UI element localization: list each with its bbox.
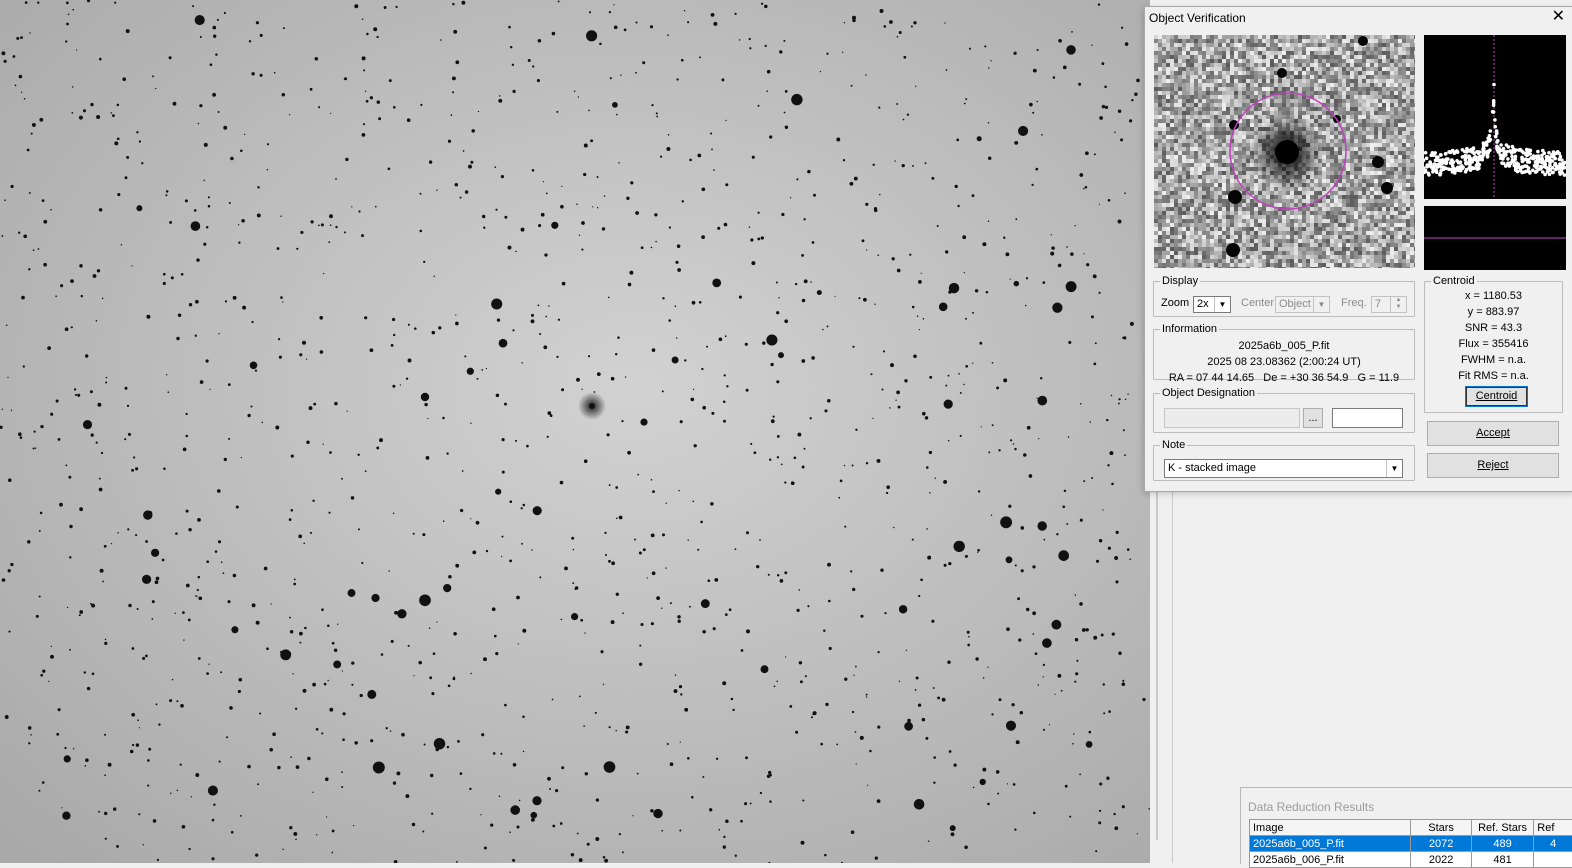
freq-label: Freq. bbox=[1341, 297, 1367, 309]
note-group: Note K - stacked image ▼ bbox=[1153, 439, 1415, 481]
info-datetime: 2025 08 23.08362 (2:00:24 UT) bbox=[1154, 356, 1414, 368]
centroid-fit-rms: Fit RMS = n.a. bbox=[1425, 370, 1562, 382]
object-verification-window: Object Verification ✕ Display Zoom 2x ▼ … bbox=[1144, 6, 1572, 492]
freq-value: 7 bbox=[1375, 298, 1381, 310]
window-title: Object Verification bbox=[1149, 11, 1246, 25]
table-row[interactable]: 2025a6b_006_P.fit 2022 481 bbox=[1250, 852, 1572, 868]
chevron-down-icon: ▼ bbox=[1313, 297, 1329, 312]
object-cutout-image[interactable] bbox=[1154, 35, 1415, 268]
browse-button[interactable]: ... bbox=[1303, 408, 1323, 428]
star-field-image[interactable] bbox=[0, 0, 1150, 863]
info-coordinates: RA = 07 44 14.65 De = +30 36 54.9 G = 11… bbox=[1154, 372, 1414, 384]
zoom-label: Zoom bbox=[1161, 297, 1189, 309]
note-legend: Note bbox=[1160, 439, 1187, 451]
accept-button[interactable]: Accept bbox=[1427, 421, 1559, 446]
note-value: K - stacked image bbox=[1168, 462, 1256, 474]
cell-image: 2025a6b_005_P.fit bbox=[1250, 836, 1411, 852]
cell-ref-stars: 489 bbox=[1471, 836, 1533, 852]
designation-legend: Object Designation bbox=[1160, 387, 1257, 399]
designation-code-input[interactable] bbox=[1332, 408, 1403, 428]
column-header-image[interactable]: Image bbox=[1250, 820, 1411, 836]
center-label: Center bbox=[1241, 297, 1274, 309]
pane-divider bbox=[1172, 490, 1173, 863]
zoom-select[interactable]: 2x ▼ bbox=[1193, 296, 1231, 313]
centroid-button[interactable]: Centroid bbox=[1465, 386, 1528, 407]
cell-stars: 2022 bbox=[1411, 852, 1472, 868]
chevron-down-icon: ▼ bbox=[1386, 460, 1402, 477]
centroid-button-label: Centroid bbox=[1476, 390, 1518, 402]
cell-stars: 2072 bbox=[1411, 836, 1472, 852]
designation-input[interactable] bbox=[1164, 408, 1300, 428]
residual-profile-plot bbox=[1424, 206, 1566, 270]
display-group: Display Zoom 2x ▼ Center Object ▼ Freq. … bbox=[1153, 275, 1415, 317]
center-value: Object bbox=[1279, 298, 1311, 310]
information-group: Information 2025a6b_005_P.fit 2025 08 23… bbox=[1153, 323, 1415, 380]
reject-button-label: Reject bbox=[1477, 459, 1508, 471]
data-reduction-results-window: Data Reduction Results Image Stars Ref. … bbox=[1240, 787, 1572, 864]
radial-profile-plot bbox=[1424, 35, 1566, 199]
pane-divider bbox=[1156, 490, 1158, 840]
stepper-arrows-icon: ▲▼ bbox=[1390, 297, 1406, 312]
cell-image: 2025a6b_006_P.fit bbox=[1250, 852, 1411, 868]
results-title: Data Reduction Results bbox=[1248, 800, 1374, 814]
cell-ref bbox=[1534, 852, 1572, 868]
table-row[interactable]: 2025a6b_005_P.fit 2072 489 4 bbox=[1250, 836, 1572, 852]
browse-button-label: ... bbox=[1308, 412, 1317, 424]
info-filename: 2025a6b_005_P.fit bbox=[1154, 340, 1414, 352]
centroid-group: Centroid x = 1180.53 y = 883.97 SNR = 43… bbox=[1424, 275, 1563, 413]
results-header-row: Image Stars Ref. Stars Ref bbox=[1250, 820, 1572, 836]
reject-button[interactable]: Reject bbox=[1427, 453, 1559, 478]
centroid-flux: Flux = 355416 bbox=[1425, 338, 1562, 350]
note-select[interactable]: K - stacked image ▼ bbox=[1164, 459, 1403, 478]
information-legend: Information bbox=[1160, 323, 1219, 335]
column-header-stars[interactable]: Stars bbox=[1411, 820, 1472, 836]
column-header-ref-stars[interactable]: Ref. Stars bbox=[1471, 820, 1533, 836]
display-legend: Display bbox=[1160, 275, 1200, 287]
close-icon[interactable]: ✕ bbox=[1552, 8, 1565, 26]
chevron-down-icon: ▼ bbox=[1214, 297, 1230, 312]
freq-stepper[interactable]: 7 ▲▼ bbox=[1371, 296, 1407, 313]
cell-ref: 4 bbox=[1534, 836, 1572, 852]
centroid-y: y = 883.97 bbox=[1425, 306, 1562, 318]
cell-ref-stars: 481 bbox=[1471, 852, 1533, 868]
object-designation-group: Object Designation ... bbox=[1153, 387, 1415, 433]
column-header-ref[interactable]: Ref bbox=[1534, 820, 1572, 836]
accept-button-label: Accept bbox=[1476, 427, 1510, 439]
centroid-fwhm: FWHM = n.a. bbox=[1425, 354, 1562, 366]
centroid-legend: Centroid bbox=[1431, 275, 1477, 287]
zoom-value: 2x bbox=[1197, 298, 1209, 310]
center-select[interactable]: Object ▼ bbox=[1275, 296, 1330, 313]
results-table: Image Stars Ref. Stars Ref 2025a6b_005_P… bbox=[1249, 819, 1572, 868]
centroid-snr: SNR = 43.3 bbox=[1425, 322, 1562, 334]
centroid-x: x = 1180.53 bbox=[1425, 290, 1562, 302]
